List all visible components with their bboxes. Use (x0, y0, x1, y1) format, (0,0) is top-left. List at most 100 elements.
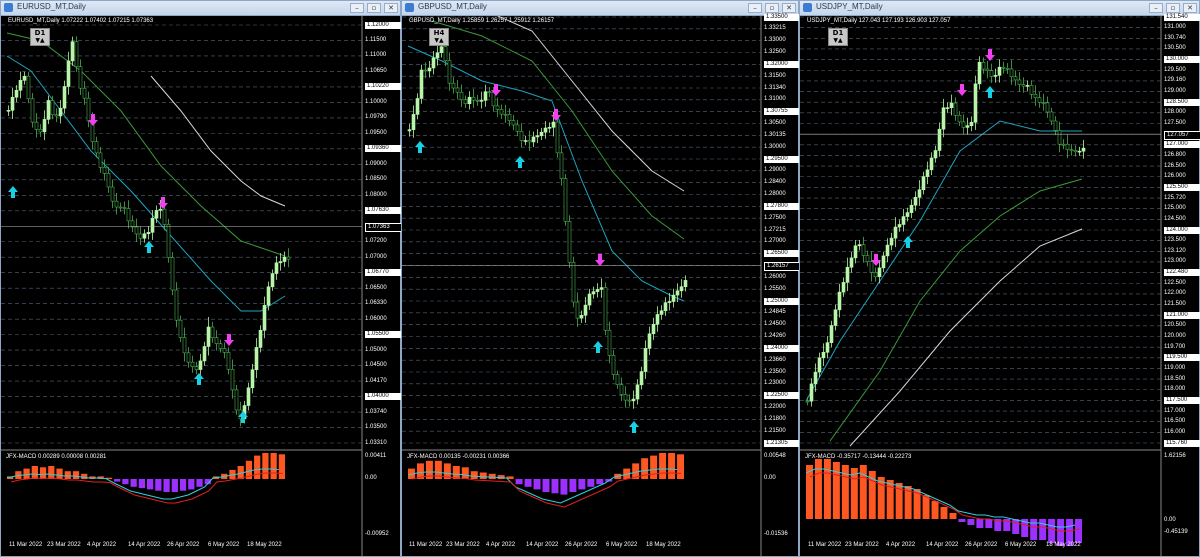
chart-app-icon (803, 3, 812, 12)
candle-body (1069, 149, 1074, 151)
candle-body (1037, 97, 1042, 103)
price-tick-label: 124.000 (1164, 226, 1200, 234)
timeframe-switch[interactable]: D1 ▼▲ (30, 28, 50, 46)
candle-body (70, 41, 75, 62)
candle-body (499, 109, 504, 115)
macd-histogram-bar (832, 462, 840, 519)
candle-body (523, 140, 528, 142)
candle-body (643, 348, 648, 372)
candle-body (917, 189, 922, 198)
candle-body (1061, 143, 1066, 146)
candle-body (937, 128, 942, 151)
candle-body (511, 120, 516, 126)
close-button[interactable]: ✕ (384, 3, 398, 13)
candle-body (431, 57, 436, 69)
usdjpy-info-line: USDJPY_MT,Daily 127.043 127.193 126.903 … (807, 18, 951, 24)
eurusd-price-chart[interactable] (1, 1, 400, 556)
eurusd-title-bar[interactable]: EURUSD_MT,Daily – ▫ ✕ (1, 1, 400, 16)
candle-body (146, 232, 151, 235)
candle-body (635, 384, 640, 400)
macd-histogram-bar (188, 479, 195, 490)
candle-body (503, 113, 508, 116)
maximize-button[interactable]: ▫ (765, 3, 779, 13)
candle-body (106, 173, 111, 188)
candle-body (515, 124, 520, 132)
candle-body (1013, 76, 1018, 81)
close-button[interactable]: ✕ (782, 3, 796, 13)
candle-body (575, 301, 580, 319)
price-tick-label: 123.120 (1164, 247, 1186, 254)
timeframe-switch[interactable]: H4 ▼▲ (429, 28, 449, 46)
price-tick-label: 117.000 (1164, 407, 1186, 414)
candle-body (1077, 150, 1082, 153)
price-tick-label: 125.720 (1164, 194, 1186, 201)
macd-histogram-bar (1048, 519, 1056, 543)
candle-body (913, 196, 918, 206)
minimize-button[interactable]: – (350, 3, 364, 13)
candle-body (154, 210, 159, 219)
gbpusd-title-bar[interactable]: GBPUSD_MT,Daily – ▫ ✕ (402, 1, 798, 16)
macd-histogram-bar (122, 479, 129, 485)
minimize-button[interactable]: – (1149, 3, 1163, 13)
macd-histogram-bar (659, 453, 667, 479)
timeframe-switch[interactable]: D1 ▼▲ (828, 28, 848, 46)
candle-body (1009, 68, 1014, 78)
buy-arrow-icon (8, 186, 18, 198)
timeframe-arrows-icon[interactable]: ▼▲ (430, 37, 448, 44)
candle-body (258, 329, 263, 348)
chart-window-usdjpy[interactable]: USDJPY_MT,Daily – ▫ ✕ USDJPY_MT,Daily 12… (799, 0, 1200, 557)
candle-body (651, 324, 656, 335)
price-tick-label: 121.500 (1164, 301, 1186, 308)
date-tick-label: 14 Apr 2022 (526, 542, 559, 548)
gbpusd-price-chart[interactable] (402, 1, 798, 556)
candle-body (683, 280, 688, 288)
macd-histogram-bar (138, 479, 145, 489)
chart-window-eurusd[interactable]: EURUSD_MT,Daily – ▫ ✕ EURUSD_MT,Daily 1.… (0, 0, 431, 557)
timeframe-arrows-icon[interactable]: ▼▲ (31, 37, 49, 44)
candle-body (222, 348, 227, 353)
candle-body (1049, 111, 1054, 122)
price-tick-label: 119.000 (1164, 364, 1186, 371)
macd-histogram-bar (72, 471, 80, 479)
candle-body (451, 82, 456, 89)
candle-body (611, 355, 616, 375)
timeframe-label: D1 (34, 29, 46, 37)
candle-body (551, 121, 556, 128)
date-tick-label: 11 Mar 2022 (808, 542, 842, 548)
candle-body (174, 289, 179, 321)
moving-average-line (6, 55, 286, 312)
candle-body (266, 286, 271, 306)
macd-histogram-bar (569, 479, 577, 492)
usdjpy-price-chart[interactable] (800, 1, 1199, 556)
candle-body (1029, 85, 1034, 95)
candle-body (1073, 150, 1078, 153)
candle-body (945, 107, 950, 109)
candle-body (419, 69, 424, 99)
gbpusd-macd-info: JFX-MACD 0.00135 -0.00231 0.00366 (407, 454, 510, 460)
maximize-button[interactable]: ▫ (1166, 3, 1180, 13)
candle-body (1017, 79, 1022, 85)
date-tick-label: 14 Apr 2022 (128, 542, 161, 548)
macd-histogram-bar (163, 479, 170, 492)
candle-body (142, 233, 147, 239)
candle-body (467, 96, 472, 105)
moving-average-line (829, 178, 1083, 442)
usdjpy-title-bar[interactable]: USDJPY_MT,Daily – ▫ ✕ (800, 1, 1199, 16)
candle-body (675, 290, 680, 296)
chart-window-gbpusd[interactable]: GBPUSD_MT,Daily – ▫ ✕ GBPUSD_MT,Daily 1.… (401, 0, 830, 557)
minimize-button[interactable]: – (748, 3, 762, 13)
timeframe-arrows-icon[interactable]: ▼▲ (829, 37, 847, 44)
date-tick-label: 18 May 2022 (1046, 542, 1081, 548)
macd-histogram-bar (587, 479, 595, 487)
candle-body (435, 52, 440, 59)
candle-body (559, 152, 564, 179)
buy-arrow-icon (515, 156, 525, 168)
current-price-label: 127.057 (1164, 130, 1200, 140)
close-button[interactable]: ✕ (1183, 3, 1197, 13)
candle-body (1001, 66, 1006, 69)
chart-app-icon (4, 3, 13, 12)
candle-body (230, 369, 235, 391)
maximize-button[interactable]: ▫ (367, 3, 381, 13)
candle-body (507, 114, 512, 121)
candle-body (985, 68, 990, 71)
